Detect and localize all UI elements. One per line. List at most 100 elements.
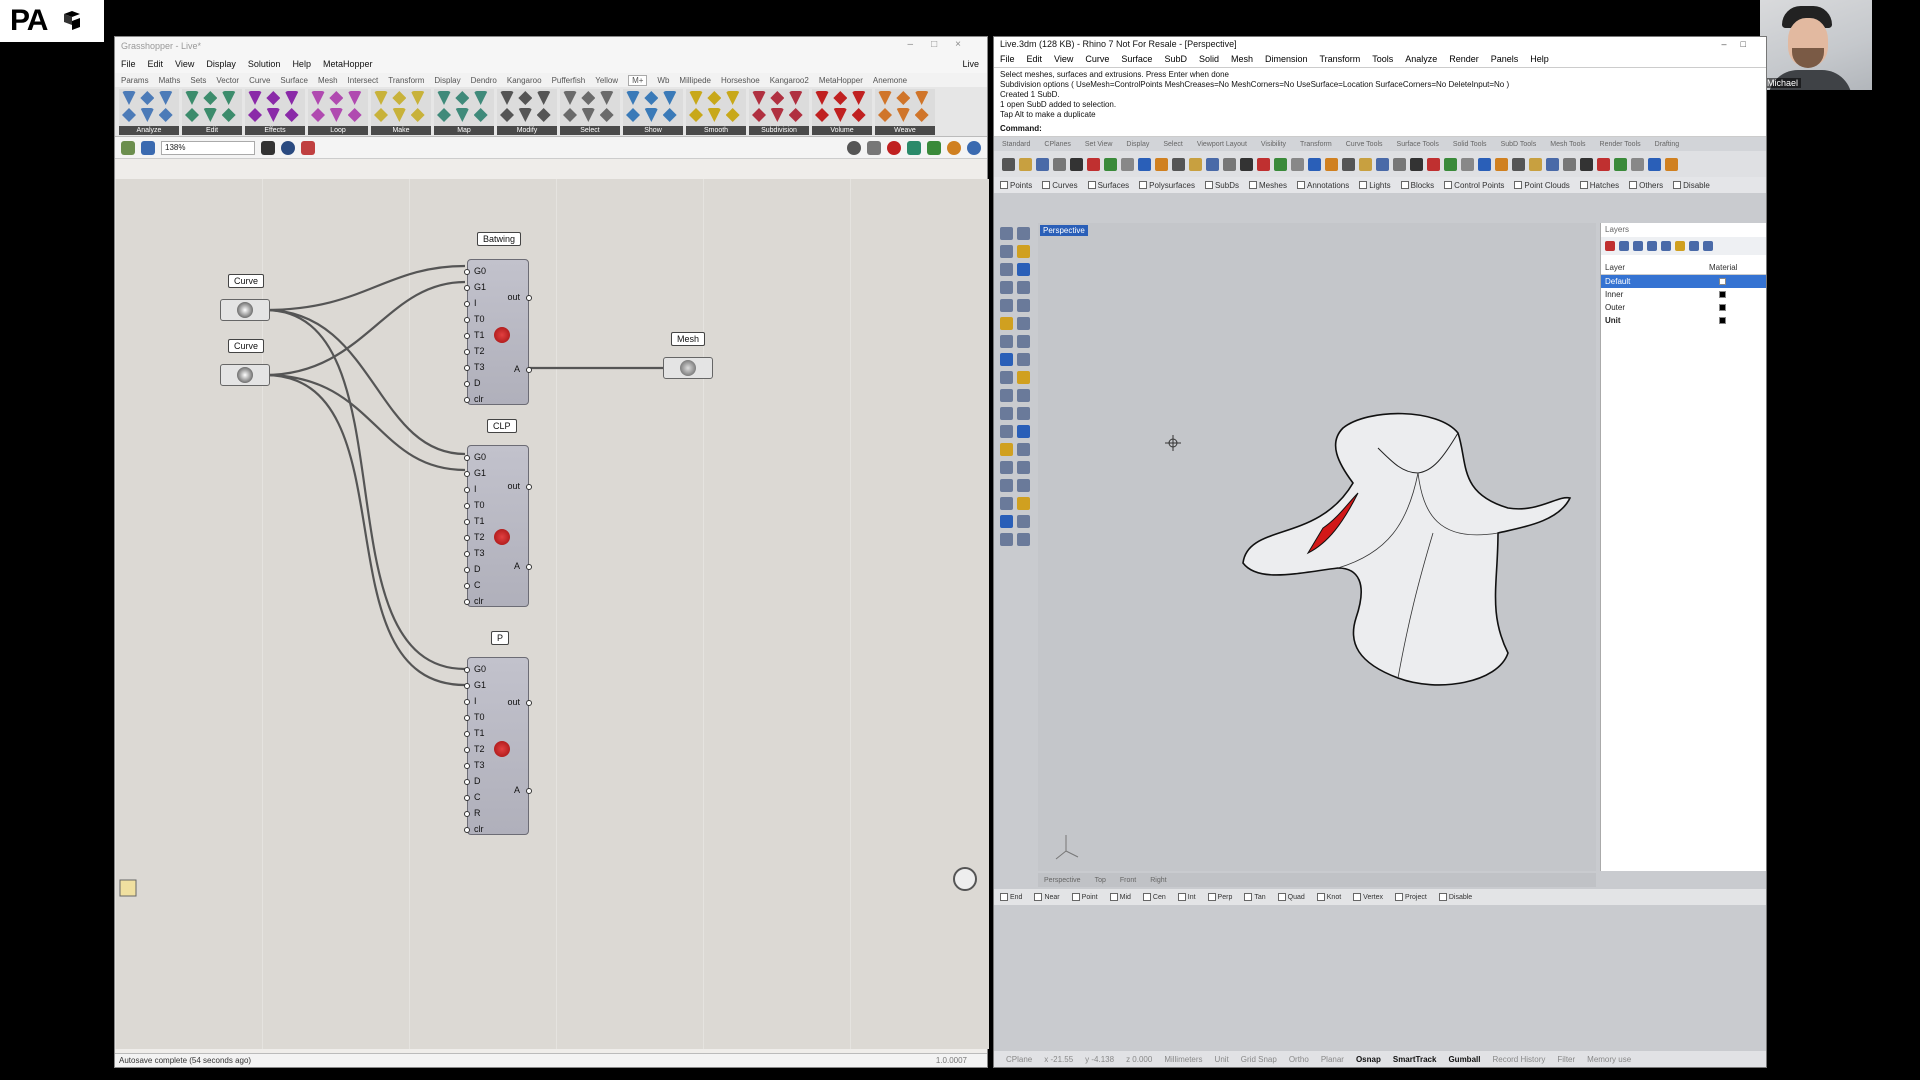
volume-tool-icon[interactable] bbox=[851, 91, 866, 105]
standard-tool-icon[interactable] bbox=[1512, 157, 1525, 171]
standard-tool-icon[interactable] bbox=[1138, 157, 1151, 171]
checkbox-icon[interactable] bbox=[1204, 181, 1213, 190]
input-port[interactable] bbox=[464, 599, 470, 605]
standard-tool-icon[interactable] bbox=[1410, 157, 1423, 171]
toolbar-tab-standard[interactable]: Standard bbox=[1002, 141, 1030, 148]
checkbox-icon[interactable] bbox=[1207, 893, 1216, 901]
checkbox-icon[interactable] bbox=[1353, 893, 1362, 901]
filter-disable[interactable]: Disable bbox=[1673, 181, 1710, 190]
side-tool-icon[interactable] bbox=[1000, 533, 1013, 546]
tab-surface[interactable]: Surface bbox=[280, 76, 308, 85]
side-tool-icon[interactable] bbox=[1017, 371, 1030, 384]
status-unit[interactable]: Unit bbox=[1209, 1055, 1235, 1064]
toolbar-tab-select[interactable]: Select bbox=[1163, 141, 1182, 148]
output-port[interactable] bbox=[526, 788, 532, 794]
input-port[interactable] bbox=[464, 471, 470, 477]
standard-tool-icon[interactable] bbox=[1121, 157, 1134, 171]
checkbox-icon[interactable] bbox=[1042, 181, 1051, 190]
menu-edit[interactable]: Edit bbox=[148, 59, 164, 69]
map-tool-icon[interactable] bbox=[473, 91, 488, 105]
smooth-tool-icon[interactable] bbox=[725, 108, 740, 122]
volume-tool-icon[interactable] bbox=[851, 108, 866, 122]
side-tool-icon[interactable] bbox=[1017, 263, 1030, 276]
batwing-component[interactable]: G0 G1 I T0 T1 T2 T3 Dclr out A bbox=[464, 259, 532, 405]
volume-tool-icon[interactable] bbox=[833, 108, 848, 122]
tab-metahopper[interactable]: MetaHopper bbox=[819, 76, 863, 85]
toolbar-tab-transform[interactable]: Transform bbox=[1300, 141, 1332, 148]
tab-m[interactable]: M+ bbox=[628, 74, 648, 86]
move-down-icon[interactable] bbox=[1661, 241, 1671, 251]
smooth-tool-icon[interactable] bbox=[689, 108, 703, 122]
menu-subd[interactable]: SubD bbox=[1164, 54, 1187, 64]
side-tool-icon[interactable] bbox=[1017, 281, 1030, 294]
edit-tool-icon[interactable] bbox=[203, 91, 218, 105]
filter-surfaces[interactable]: Surfaces bbox=[1087, 181, 1129, 190]
input-port[interactable] bbox=[464, 301, 470, 307]
menu-metahopper[interactable]: MetaHopper bbox=[323, 59, 373, 69]
status-gumball[interactable]: Gumball bbox=[1442, 1055, 1486, 1064]
input-port[interactable] bbox=[464, 397, 470, 403]
perspective-viewport[interactable]: Perspective bbox=[1038, 223, 1596, 871]
input-port[interactable] bbox=[464, 747, 470, 753]
menu-tools[interactable]: Tools bbox=[1372, 54, 1393, 64]
filter-others[interactable]: Others bbox=[1629, 181, 1663, 190]
input-port[interactable] bbox=[464, 731, 470, 737]
subd-surface[interactable] bbox=[1242, 412, 1572, 686]
osnap-disable[interactable]: Disable bbox=[1438, 893, 1472, 901]
side-tool-icon[interactable] bbox=[1017, 335, 1030, 348]
input-port[interactable] bbox=[464, 317, 470, 323]
tab-anemone[interactable]: Anemone bbox=[873, 76, 907, 85]
map-tool-icon[interactable] bbox=[455, 91, 470, 105]
tab-params[interactable]: Params bbox=[121, 76, 149, 85]
grasshopper-window[interactable]: Grasshopper - Live* –□× File Edit View D… bbox=[114, 36, 989, 1068]
volume-tool-icon[interactable] bbox=[815, 108, 829, 122]
menu-view[interactable]: View bbox=[1054, 54, 1073, 64]
tab-wb[interactable]: Wb bbox=[657, 76, 669, 85]
menu-edit[interactable]: Edit bbox=[1027, 54, 1043, 64]
side-tool-icon[interactable] bbox=[1000, 281, 1013, 294]
standard-tool-icon[interactable] bbox=[1614, 157, 1627, 171]
standard-tool-icon[interactable] bbox=[1597, 157, 1610, 171]
status-planar[interactable]: Planar bbox=[1315, 1055, 1350, 1064]
checkbox-icon[interactable] bbox=[1673, 181, 1682, 190]
side-tool-icon[interactable] bbox=[1017, 389, 1030, 402]
toolbar-tab-mesh-tools[interactable]: Mesh Tools bbox=[1550, 141, 1585, 148]
side-tool-icon[interactable] bbox=[1000, 443, 1013, 456]
tab-curve[interactable]: Curve bbox=[249, 76, 270, 85]
weave-tool-icon[interactable] bbox=[896, 108, 911, 122]
osnap-project[interactable]: Project bbox=[1395, 893, 1427, 901]
osnap-knot[interactable]: Knot bbox=[1316, 893, 1341, 901]
side-tool-icon[interactable] bbox=[1000, 515, 1013, 528]
input-port[interactable] bbox=[464, 503, 470, 509]
osnap-near[interactable]: Near bbox=[1034, 893, 1060, 901]
side-tool-icon[interactable] bbox=[1017, 443, 1030, 456]
menu-render[interactable]: Render bbox=[1449, 54, 1479, 64]
filter-control-points[interactable]: Control Points bbox=[1444, 181, 1504, 190]
menu-file[interactable]: File bbox=[121, 59, 136, 69]
layer-color-swatch[interactable] bbox=[1719, 278, 1726, 285]
input-port[interactable] bbox=[464, 269, 470, 275]
standard-tool-icon[interactable] bbox=[1359, 157, 1372, 171]
filter-icon[interactable] bbox=[1689, 241, 1699, 251]
analyze-tool-icon[interactable] bbox=[122, 91, 136, 105]
menu-mesh[interactable]: Mesh bbox=[1231, 54, 1253, 64]
weave-tool-icon[interactable] bbox=[878, 108, 892, 122]
toolbar-tab-display[interactable]: Display bbox=[1126, 141, 1149, 148]
input-port[interactable] bbox=[464, 795, 470, 801]
input-port[interactable] bbox=[464, 365, 470, 371]
status-y-4-138[interactable]: y -4.138 bbox=[1079, 1055, 1120, 1064]
map-tool-icon[interactable] bbox=[473, 108, 488, 122]
layer-color-swatch[interactable] bbox=[1719, 291, 1726, 298]
filter-annotations[interactable]: Annotations bbox=[1296, 181, 1349, 190]
show-tool-icon[interactable] bbox=[644, 108, 659, 122]
viewport-label[interactable]: Perspective bbox=[1040, 225, 1088, 236]
viewport-tab-front[interactable]: Front bbox=[1120, 877, 1136, 884]
curve-param-1[interactable] bbox=[220, 299, 270, 321]
tab-maths[interactable]: Maths bbox=[159, 76, 181, 85]
modify-tool-icon[interactable] bbox=[500, 91, 514, 105]
new-layer-icon[interactable] bbox=[1605, 241, 1615, 251]
side-tool-icon[interactable] bbox=[1017, 479, 1030, 492]
status-ortho[interactable]: Ortho bbox=[1283, 1055, 1315, 1064]
input-port[interactable] bbox=[464, 535, 470, 541]
wire-mode-icon[interactable] bbox=[867, 140, 881, 155]
